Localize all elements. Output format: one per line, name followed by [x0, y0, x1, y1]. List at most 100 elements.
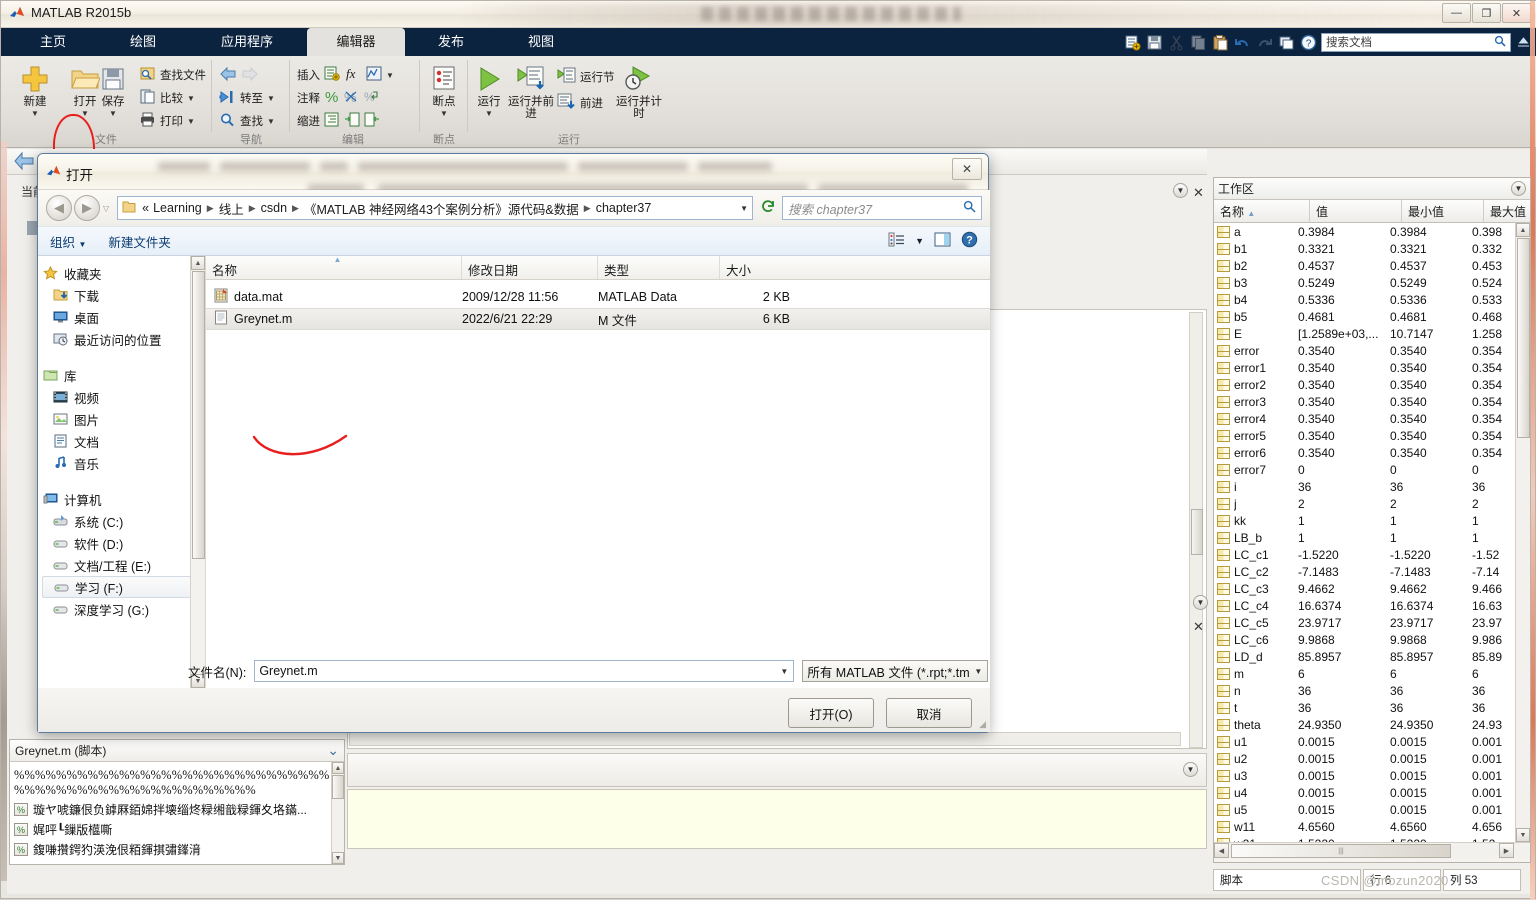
- filename-input[interactable]: Greynet.m ▼: [254, 660, 795, 682]
- find-caret[interactable]: ▼: [267, 117, 275, 126]
- file-col-name[interactable]: 名称 ▲: [206, 255, 462, 279]
- function-block-icon[interactable]: [366, 66, 382, 84]
- copy-icon[interactable]: [1189, 33, 1208, 52]
- resize-grip-icon[interactable]: ◢: [979, 719, 986, 730]
- uncomment-icon[interactable]: %: [344, 89, 360, 107]
- preview-pane-icon[interactable]: [934, 232, 951, 250]
- back-forward-buttons[interactable]: [219, 64, 259, 86]
- undo-icon[interactable]: [1233, 33, 1252, 52]
- cut-icon[interactable]: [1167, 33, 1186, 52]
- dialog-search-input[interactable]: 搜索 chapter37: [782, 196, 982, 220]
- forward-button[interactable]: ▶: [74, 195, 100, 221]
- table-row[interactable]: a 0.3984 0.3984 0.398: [1214, 223, 1530, 240]
- comment-icon[interactable]: %: [324, 89, 340, 107]
- maximize-button[interactable]: ❐: [1472, 3, 1501, 23]
- breadcrumb-item-3[interactable]: 《MATLAB 神经网络43个案例分析》源代码&数据: [302, 199, 581, 218]
- smart-indent-icon[interactable]: [324, 112, 340, 130]
- table-row[interactable]: error6 0.3540 0.3540 0.354: [1214, 444, 1530, 461]
- place-item-1[interactable]: 下载: [38, 284, 205, 306]
- run-time-button[interactable]: 运行并计时: [613, 62, 665, 120]
- table-row[interactable]: m666: [1214, 665, 1530, 682]
- table-row[interactable]: b5 0.4681 0.4681 0.468: [1214, 308, 1530, 325]
- place-item-7[interactable]: 文档: [38, 430, 205, 452]
- chevron-down-icon[interactable]: ⌄: [327, 742, 339, 759]
- function-browser-item[interactable]: % 娓呯┖鏁版櫙嘶: [14, 821, 340, 838]
- workspace-menu-icon[interactable]: ▼: [1511, 181, 1526, 196]
- panel-menu-icon-top[interactable]: ▼: [1173, 183, 1188, 198]
- function-browser-scrollbar[interactable]: ▲ ▼: [331, 762, 344, 864]
- table-row[interactable]: error1 0.3540 0.3540 0.354: [1214, 359, 1530, 376]
- file-col-size[interactable]: 大小: [720, 256, 830, 279]
- workspace-horizontal-scrollbar[interactable]: ◀ ||| ▶: [1214, 842, 1530, 859]
- fn-scroll-thumb[interactable]: [332, 775, 344, 799]
- places-scroll-thumb[interactable]: [192, 271, 205, 559]
- help-icon[interactable]: ?: [961, 231, 978, 251]
- help-icon[interactable]: ?: [1299, 33, 1318, 52]
- place-item-11[interactable]: 软件 (D:): [38, 532, 205, 554]
- file-list[interactable]: 名称 ▲ 修改日期 类型 大小 data.mat 2009/12/28 11:56…: [206, 255, 990, 688]
- place-item-0[interactable]: 收藏夹: [38, 262, 205, 284]
- table-row[interactable]: LD_d 85.8957 85.8957 85.89: [1214, 648, 1530, 665]
- new-folder-button[interactable]: 新建文件夹: [108, 232, 171, 251]
- table-row[interactable]: error3 0.3540 0.3540 0.354: [1214, 393, 1530, 410]
- table-row[interactable]: LC_c1 -1.5220 -1.5220 -1.52: [1214, 546, 1530, 563]
- workspace-col-name[interactable]: 名称 ▲: [1214, 200, 1310, 222]
- advance-button[interactable]: 前进: [557, 92, 603, 114]
- compare-button[interactable]: 比较 ▼: [139, 87, 195, 109]
- doc-search-input[interactable]: 搜索文档: [1321, 32, 1511, 52]
- file-col-type[interactable]: 类型: [598, 256, 720, 279]
- file-row[interactable]: Greynet.m 2022/6/21 22:29 M 文件 6 KB: [206, 308, 990, 330]
- table-row[interactable]: w11 4.6560 4.6560 4.656: [1214, 818, 1530, 835]
- place-item-12[interactable]: 文档/工程 (E:): [38, 554, 205, 576]
- insert-icon[interactable]: [324, 66, 340, 84]
- function-browser-body[interactable]: %%%%%%%%%%%%%%%%%%%%%%%%%%%%%% %%%%%%%%%…: [10, 762, 344, 864]
- save-button-caret[interactable]: ▼: [87, 109, 139, 118]
- switch-window-icon[interactable]: [1277, 33, 1296, 52]
- breadcrumb-item-4[interactable]: chapter37: [594, 201, 654, 215]
- tab-editor[interactable]: 编辑器: [307, 28, 405, 56]
- workspace-col-max[interactable]: 最大值: [1484, 200, 1530, 222]
- places-scrollbar[interactable]: ▲ ▼: [190, 256, 205, 688]
- print-caret[interactable]: ▼: [187, 117, 195, 126]
- table-row[interactable]: error 0.3540 0.3540 0.354: [1214, 342, 1530, 359]
- table-row[interactable]: n 36 36 36: [1214, 682, 1530, 699]
- breadcrumb-item-1[interactable]: 线上: [217, 199, 246, 218]
- table-row[interactable]: LC_c2 -7.1483 -7.1483 -7.14: [1214, 563, 1530, 580]
- comment-button[interactable]: 注释 % % %: [297, 87, 380, 109]
- table-row[interactable]: u4 0.0015 0.0015 0.001: [1214, 784, 1530, 801]
- scroll-up-arrow-icon[interactable]: ▲: [1516, 223, 1530, 237]
- table-row[interactable]: LC_c3 9.4662 9.4662 9.466: [1214, 580, 1530, 597]
- panel-close-icon-bottom[interactable]: ✕: [1193, 619, 1204, 635]
- function-browser-item[interactable]: % 璇ヤ唬鐮佷负鎼厤銆婂拌壊缁炵粶缃戠粶鍕夊垎鏋...: [14, 801, 340, 818]
- tab-plots[interactable]: 绘图: [99, 28, 187, 56]
- table-row[interactable]: u2 0.0015 0.0015 0.001: [1214, 750, 1530, 767]
- indent-button[interactable]: 缩进: [297, 110, 380, 132]
- file-col-date[interactable]: 修改日期: [462, 256, 598, 279]
- save-button[interactable]: 保存 ▼: [87, 62, 139, 118]
- fn-scroll-down-icon[interactable]: ▼: [332, 852, 344, 864]
- scroll-left-arrow-icon[interactable]: ◀: [1214, 843, 1229, 858]
- panel-collapse-icon[interactable]: ▼: [1183, 762, 1198, 777]
- editor-horizontal-scrollbar[interactable]: [349, 732, 1181, 746]
- table-row[interactable]: error7 0 0 0: [1214, 461, 1530, 478]
- scroll-right-arrow-icon[interactable]: ▶: [1499, 843, 1514, 858]
- file-type-filter[interactable]: 所有 MATLAB 文件 (*.rpt;*.tm ▼: [802, 660, 989, 682]
- place-item-4[interactable]: 库: [38, 364, 205, 386]
- new-button-caret[interactable]: ▼: [9, 109, 61, 118]
- table-row[interactable]: theta 24.9350 24.9350 24.93: [1214, 716, 1530, 733]
- table-row[interactable]: kk 1 1 1: [1214, 512, 1530, 529]
- file-row[interactable]: data.mat 2009/12/28 11:56 MATLAB Data 2 KB: [206, 286, 990, 308]
- workspace-col-min[interactable]: 最小值: [1402, 200, 1484, 222]
- back-nav-icon[interactable]: [13, 151, 35, 174]
- place-item-3[interactable]: 最近访问的位置: [38, 328, 205, 350]
- close-button[interactable]: ✕: [1502, 3, 1531, 23]
- fn-scroll-up-icon[interactable]: ▲: [332, 762, 344, 774]
- tab-publish[interactable]: 发布: [407, 28, 495, 56]
- tab-home[interactable]: 主页: [9, 28, 97, 56]
- table-row[interactable]: LB_b 1 1 1: [1214, 529, 1530, 546]
- table-row[interactable]: w211.52201.52201.52: [1214, 835, 1530, 842]
- editor-vertical-scrollbar[interactable]: [1189, 312, 1203, 748]
- tab-apps[interactable]: 应用程序: [189, 28, 305, 56]
- table-row[interactable]: LC_c4 16.6374 16.6374 16.63: [1214, 597, 1530, 614]
- insert-caret[interactable]: ▼: [386, 71, 394, 80]
